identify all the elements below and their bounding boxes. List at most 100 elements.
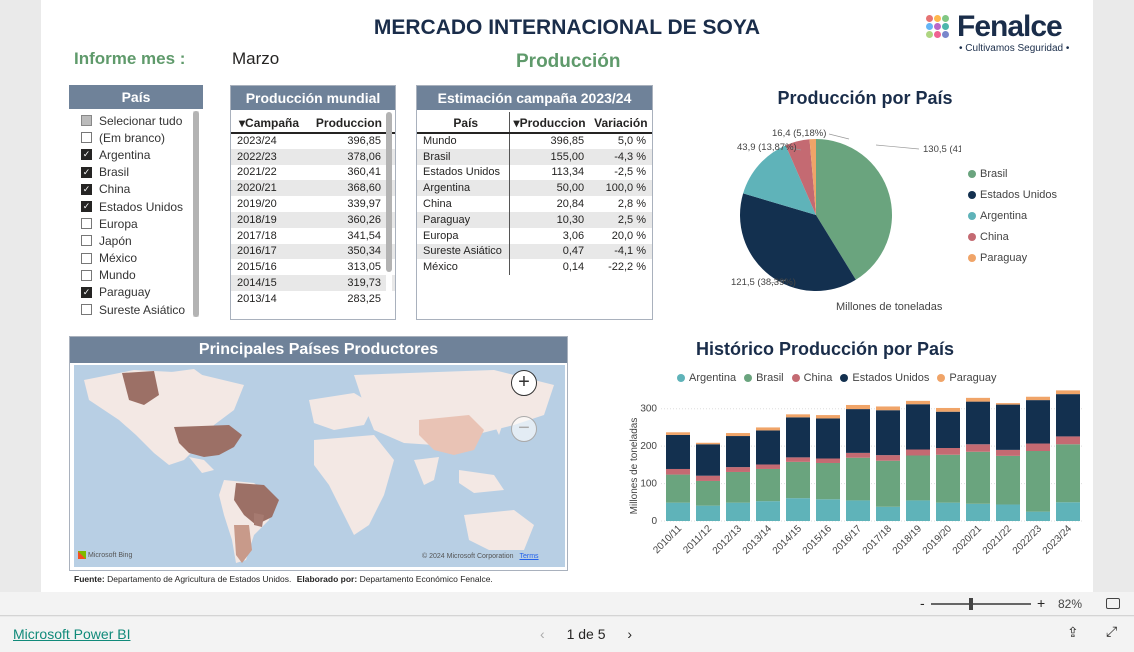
bar-segment[interactable] — [1056, 394, 1080, 437]
legend-item[interactable]: Argentina — [677, 371, 736, 385]
table-scrollbar[interactable] — [386, 112, 392, 318]
bar-segment[interactable] — [696, 444, 720, 476]
checkbox-icon[interactable]: ✓ — [81, 166, 92, 178]
bar-segment[interactable] — [876, 455, 900, 461]
bar-segment[interactable] — [846, 404, 870, 410]
bar-segment[interactable] — [1026, 451, 1050, 512]
slicer-item[interactable]: Japón — [69, 232, 203, 249]
checkbox-icon[interactable] — [81, 218, 92, 230]
bar-segment[interactable] — [1026, 396, 1050, 401]
slicer-item[interactable]: ✓ Argentina — [69, 146, 203, 163]
bar-segment[interactable] — [816, 499, 840, 521]
checkbox-icon[interactable] — [81, 235, 92, 247]
legend-item[interactable]: China — [791, 371, 832, 385]
bar-segment[interactable] — [966, 444, 990, 452]
slicer-item[interactable]: Sureste Asiático — [69, 301, 203, 318]
bar-segment[interactable] — [756, 501, 780, 521]
col-variacion[interactable]: Variación — [590, 112, 652, 134]
slicer-item[interactable]: Europa — [69, 215, 203, 232]
bar-segment[interactable] — [756, 427, 780, 431]
bar-segment[interactable] — [816, 415, 840, 419]
legend-item[interactable]: China — [968, 226, 1057, 247]
zoom-slider-thumb[interactable] — [969, 598, 973, 610]
bar-segment[interactable] — [966, 451, 990, 504]
slicer-item[interactable]: ✓ Paraguay — [69, 284, 203, 301]
bar-segment[interactable] — [966, 397, 990, 402]
table-scroll-thumb[interactable] — [386, 112, 392, 272]
bar-segment[interactable] — [666, 468, 690, 475]
bar-segment[interactable] — [906, 449, 930, 456]
zoom-slider[interactable] — [931, 598, 1031, 610]
bar-segment[interactable] — [666, 432, 690, 435]
bar-segment[interactable] — [846, 457, 870, 501]
bar-segment[interactable] — [936, 411, 960, 449]
zoom-minus-button[interactable]: - — [920, 595, 925, 611]
checkbox-icon[interactable]: ✓ — [81, 149, 92, 161]
bar-segment[interactable] — [966, 401, 990, 445]
col-pais[interactable]: País — [417, 112, 510, 134]
bar-segment[interactable] — [696, 475, 720, 481]
bar-segment[interactable] — [786, 414, 810, 418]
col-produccion-est[interactable]: ▾Produccion — [508, 112, 591, 134]
bar-segment[interactable] — [996, 504, 1020, 521]
fit-page-icon[interactable] — [1106, 598, 1120, 609]
bar-segment[interactable] — [786, 457, 810, 462]
checkbox-icon[interactable]: ✓ — [81, 286, 92, 298]
checkbox-icon[interactable] — [81, 115, 92, 127]
bar-segment[interactable] — [816, 462, 840, 500]
bar-segment[interactable] — [666, 502, 690, 521]
bar-segment[interactable] — [936, 407, 960, 412]
fullscreen-icon[interactable]: ⤢ — [1106, 623, 1117, 640]
legend-item[interactable]: Paraguay — [937, 371, 997, 385]
bar-segment[interactable] — [846, 409, 870, 453]
bar-segment[interactable] — [786, 498, 810, 521]
next-page-icon[interactable]: › — [627, 626, 632, 642]
checkbox-icon[interactable] — [81, 304, 92, 316]
slicer-item[interactable]: (Em branco) — [69, 129, 203, 146]
bar-segment[interactable] — [696, 505, 720, 521]
bar-segment[interactable] — [726, 502, 750, 521]
bar-segment[interactable] — [996, 403, 1020, 405]
slicer-item[interactable]: México — [69, 250, 203, 267]
world-map[interactable]: + − Microsoft Bing © 2024 Microsoft Corp… — [74, 365, 565, 567]
power-bi-link[interactable]: Microsoft Power BI — [13, 626, 130, 642]
prev-page-icon[interactable]: ‹ — [540, 626, 545, 642]
checkbox-icon[interactable] — [81, 132, 92, 144]
bar-segment[interactable] — [1026, 511, 1050, 521]
slicer-scroll-thumb[interactable] — [193, 111, 199, 317]
slicer-item[interactable]: ✓ Brasil — [69, 164, 203, 181]
bar-segment[interactable] — [936, 448, 960, 455]
checkbox-icon[interactable]: ✓ — [81, 183, 92, 195]
checkbox-icon[interactable] — [81, 252, 92, 264]
bar-segment[interactable] — [846, 500, 870, 521]
bar-segment[interactable] — [756, 464, 780, 469]
checkbox-icon[interactable]: ✓ — [81, 201, 92, 213]
terms-link[interactable]: Terms — [520, 553, 539, 560]
slicer-item[interactable]: ✓ China — [69, 181, 203, 198]
col-campana[interactable]: ▾Campaña — [231, 112, 312, 134]
bar-segment[interactable] — [1026, 400, 1050, 444]
bar-segment[interactable] — [756, 430, 780, 465]
legend-item[interactable]: Estados Unidos — [840, 371, 929, 385]
bar-segment[interactable] — [726, 471, 750, 503]
bar-segment[interactable] — [996, 455, 1020, 505]
bar-segment[interactable] — [786, 461, 810, 499]
bar-segment[interactable] — [906, 455, 930, 501]
bar-segment[interactable] — [666, 434, 690, 469]
share-icon[interactable]: ⇪ — [1067, 624, 1079, 641]
bar-segment[interactable] — [996, 449, 1020, 456]
slicer-item[interactable]: ✓ Estados Unidos — [69, 198, 203, 215]
legend-item[interactable]: Brasil — [744, 371, 784, 385]
slicer-item[interactable]: Selecionar tudo — [69, 112, 203, 129]
bar-segment[interactable] — [726, 433, 750, 437]
bar-segment[interactable] — [966, 503, 990, 521]
bar-segment[interactable] — [816, 458, 840, 463]
bar-segment[interactable] — [876, 460, 900, 507]
bar-segment[interactable] — [1056, 390, 1080, 395]
bar-segment[interactable] — [876, 506, 900, 521]
legend-item[interactable]: Paraguay — [968, 247, 1057, 268]
bar-segment[interactable] — [876, 406, 900, 411]
bar-segment[interactable] — [996, 404, 1020, 450]
slicer-scrollbar[interactable] — [193, 111, 199, 317]
bar-segment[interactable] — [726, 436, 750, 468]
